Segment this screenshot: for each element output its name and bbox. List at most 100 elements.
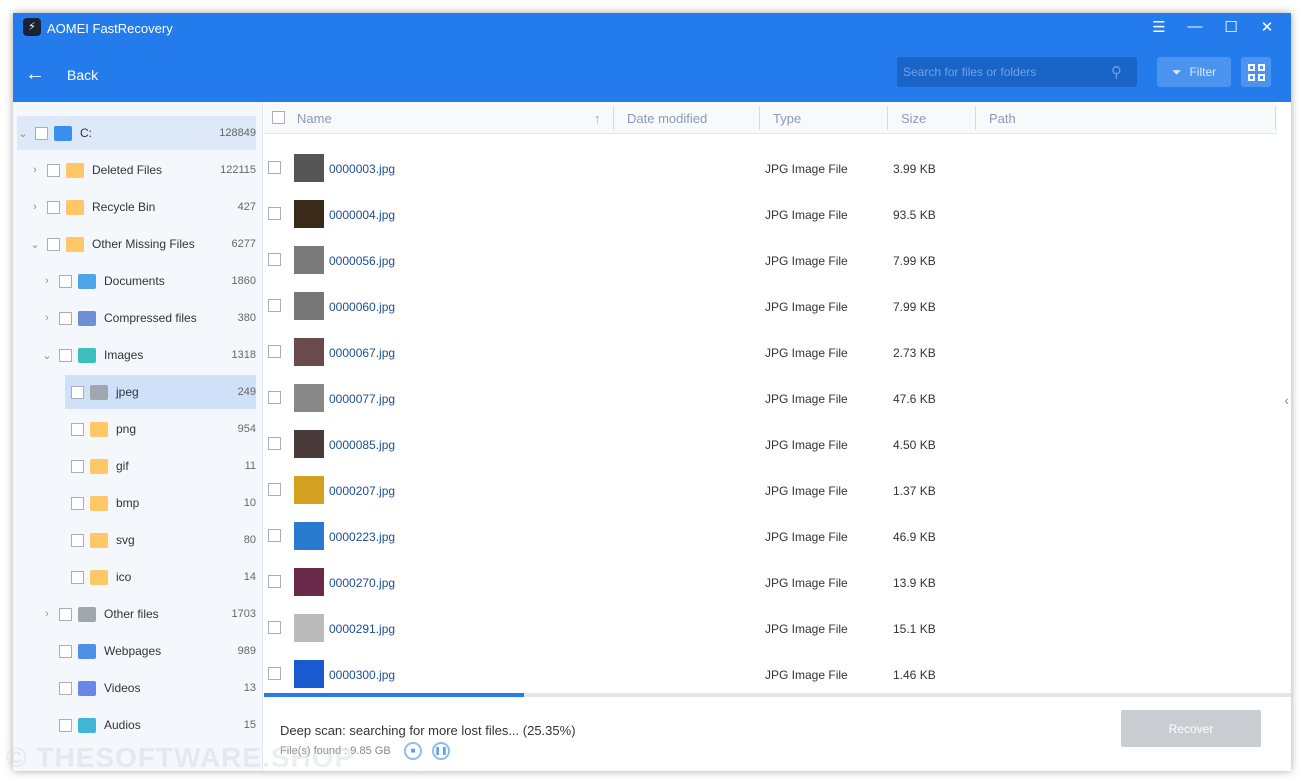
select-all-checkbox[interactable]	[272, 111, 285, 124]
chevron-down-icon[interactable]: ⌄	[41, 349, 53, 362]
chevron-right-icon[interactable]: ›	[41, 312, 53, 324]
tree-item-count: 128849	[219, 127, 256, 139]
tree-item[interactable]: gif 11	[65, 449, 256, 483]
recover-button[interactable]: Recover	[1121, 710, 1261, 747]
sort-ascending-icon[interactable]: ↑	[594, 111, 601, 126]
tree-checkbox[interactable]	[47, 163, 60, 177]
row-checkbox[interactable]	[268, 391, 281, 404]
tree-item[interactable]: › Deleted Files 122115	[29, 153, 256, 187]
row-checkbox[interactable]	[268, 667, 281, 680]
tree-item-count: 989	[237, 645, 256, 657]
column-size[interactable]: Size	[901, 111, 926, 126]
row-checkbox[interactable]	[268, 299, 281, 312]
tree-checkbox[interactable]	[59, 348, 72, 362]
chevron-right-icon[interactable]: ›	[41, 275, 53, 287]
collapse-panel-icon[interactable]: ‹	[1284, 392, 1289, 408]
view-toggle-button[interactable]	[1241, 57, 1271, 87]
table-row[interactable]: 0000004.jpg JPG Image File 93.5 KB	[264, 191, 1277, 237]
tree-item[interactable]: › Documents 1860	[41, 264, 256, 298]
arrow-left-icon: ←	[25, 63, 45, 85]
table-row[interactable]: 0000056.jpg JPG Image File 7.99 KB	[264, 237, 1277, 283]
tree-item-count: 1318	[231, 349, 256, 361]
row-checkbox[interactable]	[268, 575, 281, 588]
table-row[interactable]: 0000060.jpg JPG Image File 7.99 KB	[264, 283, 1277, 329]
tree-checkbox[interactable]	[71, 496, 84, 510]
tree-checkbox[interactable]	[59, 274, 72, 288]
chevron-down-icon[interactable]: ⌄	[29, 238, 41, 251]
tree-checkbox[interactable]	[35, 126, 48, 140]
pause-scan-button[interactable]: ❚❚	[432, 742, 450, 760]
row-checkbox[interactable]	[268, 345, 281, 358]
tree-checkbox[interactable]	[59, 681, 72, 695]
table-row[interactable]: 0000223.jpg JPG Image File 46.9 KB	[264, 513, 1277, 559]
search-icon[interactable]: ⚲	[1111, 63, 1122, 81]
tree-item[interactable]: › Other files 1703	[41, 597, 256, 631]
tree-item[interactable]: ⌄ Images 1318	[41, 338, 256, 372]
column-date-modified[interactable]: Date modified	[627, 111, 707, 126]
tree-item-count: 122115	[220, 164, 256, 176]
tree-item[interactable]: svg 80	[65, 523, 256, 557]
image-thumbnail	[294, 476, 324, 504]
search-input[interactable]	[897, 57, 1137, 87]
row-checkbox[interactable]	[268, 483, 281, 496]
file-size: 7.99 KB	[893, 300, 936, 314]
row-checkbox[interactable]	[268, 437, 281, 450]
table-row[interactable]: 0000300.jpg JPG Image File 1.46 KB	[264, 651, 1277, 697]
chevron-down-icon[interactable]: ⌄	[17, 127, 29, 140]
row-checkbox[interactable]	[268, 621, 281, 634]
tree-checkbox[interactable]	[71, 459, 84, 473]
tree-item[interactable]: ico 14	[65, 560, 256, 594]
images-icon	[78, 347, 96, 363]
file-type: JPG Image File	[765, 162, 848, 176]
tree-checkbox[interactable]	[47, 237, 60, 251]
chevron-right-icon[interactable]: ›	[29, 164, 41, 176]
tree-checkbox[interactable]	[71, 385, 84, 399]
tree-checkbox[interactable]	[71, 533, 84, 547]
tree-item[interactable]: Webpages 989	[41, 634, 256, 668]
table-row[interactable]: 0000067.jpg JPG Image File 2.73 KB	[264, 329, 1277, 375]
tree-checkbox[interactable]	[59, 644, 72, 658]
tree-item[interactable]: bmp 10	[65, 486, 256, 520]
table-row[interactable]: 0000207.jpg JPG Image File 1.37 KB	[264, 467, 1277, 513]
other-files-icon	[78, 606, 96, 622]
app-title: AOMEI FastRecovery	[47, 21, 173, 36]
file-name: 0000085.jpg	[329, 438, 396, 452]
tree-item[interactable]: ⌄ C: 128849	[17, 116, 256, 150]
table-row[interactable]: 0000085.jpg JPG Image File 4.50 KB	[264, 421, 1277, 467]
row-checkbox[interactable]	[268, 529, 281, 542]
tree-item[interactable]: Videos 13	[41, 671, 256, 705]
tree-checkbox[interactable]	[71, 570, 84, 584]
tree-item[interactable]: Audios 15	[41, 708, 256, 742]
menu-icon[interactable]: ☰	[1149, 18, 1169, 36]
file-name: 0000004.jpg	[329, 208, 396, 222]
tree-checkbox[interactable]	[47, 200, 60, 214]
row-checkbox[interactable]	[268, 253, 281, 266]
tree-item[interactable]: › Recycle Bin 427	[29, 190, 256, 224]
close-button[interactable]: ✕	[1257, 18, 1277, 36]
row-checkbox[interactable]	[268, 161, 281, 174]
maximize-button[interactable]: ☐	[1221, 18, 1241, 36]
column-type[interactable]: Type	[773, 111, 801, 126]
row-checkbox[interactable]	[268, 207, 281, 220]
tree-item[interactable]: › Compressed files 380	[41, 301, 256, 335]
stop-scan-button[interactable]: ■	[404, 742, 422, 760]
tree-checkbox[interactable]	[59, 718, 72, 732]
chevron-right-icon[interactable]: ›	[41, 608, 53, 620]
table-row[interactable]: 0000270.jpg JPG Image File 13.9 KB	[264, 559, 1277, 605]
back-button[interactable]: ← Back	[25, 63, 98, 86]
tree-checkbox[interactable]	[59, 607, 72, 621]
table-row[interactable]: 0000077.jpg JPG Image File 47.6 KB	[264, 375, 1277, 421]
table-row[interactable]: 0000291.jpg JPG Image File 15.1 KB	[264, 605, 1277, 651]
tree-item[interactable]: jpeg 249	[65, 375, 256, 409]
chevron-right-icon[interactable]: ›	[29, 201, 41, 213]
tree-checkbox[interactable]	[59, 311, 72, 325]
column-path[interactable]: Path	[989, 111, 1016, 126]
filter-button[interactable]: ⏷ Filter	[1157, 57, 1231, 87]
minimize-button[interactable]: —	[1185, 18, 1205, 35]
tree-item[interactable]: png 954	[65, 412, 256, 446]
tree-checkbox[interactable]	[71, 422, 84, 436]
column-name[interactable]: Name	[297, 111, 332, 126]
table-row[interactable]: 0000003.jpg JPG Image File 3.99 KB	[264, 145, 1277, 191]
tree-item[interactable]: ⌄ Other Missing Files 6277	[29, 227, 256, 261]
tree-item-label: gif	[116, 459, 129, 473]
